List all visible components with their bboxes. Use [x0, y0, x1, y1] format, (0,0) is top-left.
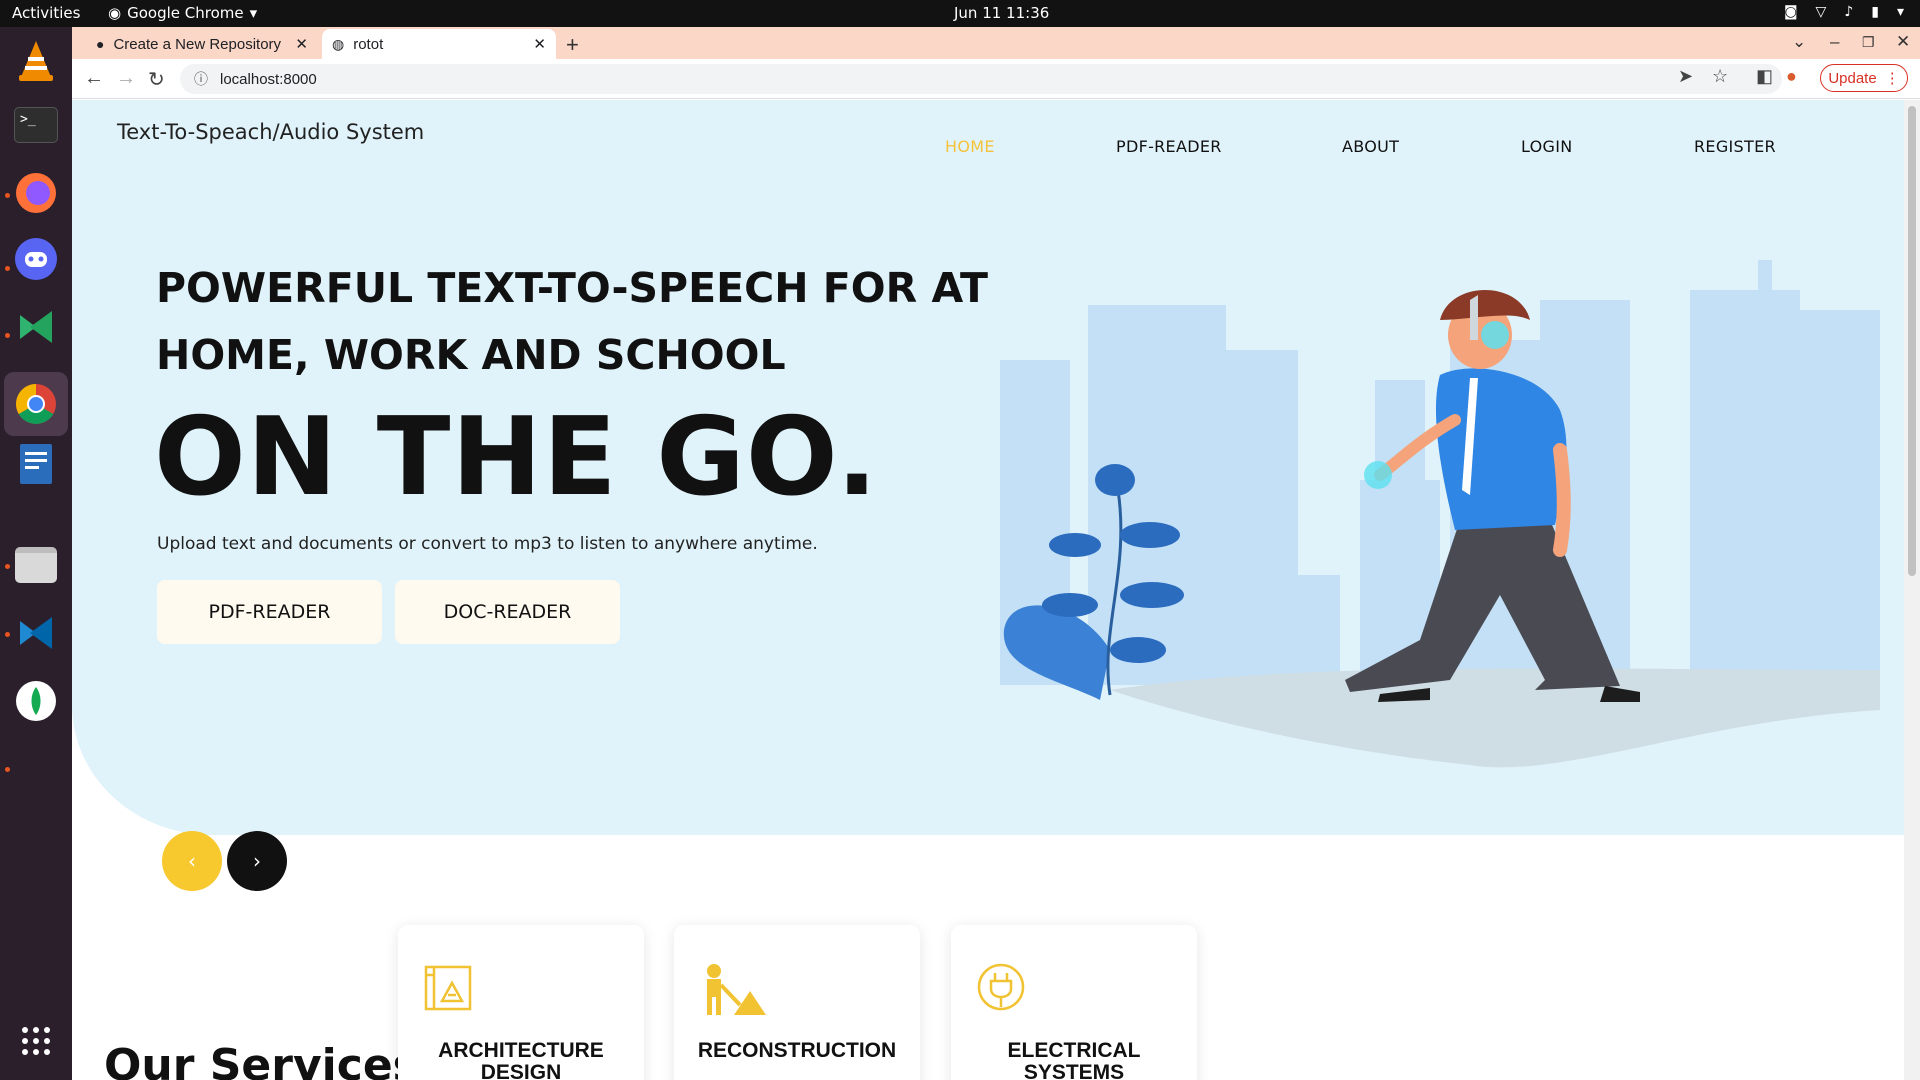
plug-icon	[977, 963, 1025, 1011]
libreoffice-writer-icon[interactable]	[12, 440, 60, 488]
hero-subtitle: Upload text and documents or convert to …	[157, 534, 818, 554]
tab-title: rotot	[353, 35, 384, 53]
site-brand[interactable]: Text-To-Speach/Audio System	[117, 120, 424, 144]
files-icon[interactable]	[12, 541, 60, 589]
chevron-right-icon: ›	[253, 849, 261, 873]
service-card-reconstruction[interactable]: RECONSTRUCTION	[674, 925, 920, 1080]
system-menu-arrow-icon: ▾	[1896, 4, 1904, 20]
service-title: ARCHITECTURE DESIGN	[438, 1039, 604, 1080]
hero-headline-line2: HOME, WORK AND SCHOOL	[156, 331, 786, 379]
service-card-electrical[interactable]: ELECTRICAL SYSTEMS	[951, 925, 1197, 1080]
send-tab-icon[interactable]: ➤	[1678, 66, 1693, 87]
nav-register[interactable]: REGISTER	[1694, 137, 1776, 156]
chevron-left-icon: ‹	[188, 849, 196, 873]
vlc-icon[interactable]	[12, 37, 60, 85]
globe-icon: ◍	[332, 35, 345, 52]
services-title: Our Services	[104, 1040, 419, 1080]
tab-title: Create a New Repository	[113, 35, 282, 53]
address-bar[interactable]: ⓘ localhost:8000	[180, 64, 1782, 94]
restore-button[interactable]: ❐	[1862, 34, 1875, 51]
service-card-architecture[interactable]: ARCHITECTURE DESIGN	[398, 925, 644, 1080]
chrome-dock-icon[interactable]	[4, 372, 68, 436]
slider-prev-button[interactable]: ‹	[162, 831, 222, 891]
network-icon: ▽	[1815, 4, 1827, 20]
mongodb-compass-icon[interactable]	[12, 677, 60, 725]
close-tab-icon[interactable]: ✕	[533, 35, 546, 53]
forward-button[interactable]: →	[116, 67, 136, 90]
terminal-icon[interactable]: >_	[12, 101, 60, 149]
page-scrollbar[interactable]	[1904, 100, 1920, 1080]
app-menu-label: Google Chrome	[127, 4, 244, 22]
tab-rotot[interactable]: ◍ rotot ✕	[322, 29, 556, 59]
battery-icon: ▮	[1871, 4, 1879, 20]
hero-headline-line1: POWERFUL TEXT-TO-SPEECH FOR AT	[156, 264, 989, 312]
chrome-small-icon: ◉	[108, 4, 122, 22]
blueprint-icon	[424, 965, 472, 1011]
site-info-icon[interactable]: ⓘ	[194, 69, 208, 89]
volume-icon: ♪	[1844, 4, 1854, 20]
slider-next-button[interactable]: ›	[227, 831, 287, 891]
clock[interactable]: Jun 11 11:36	[954, 4, 1049, 22]
vscodium-icon[interactable]	[12, 303, 60, 351]
pdf-reader-button[interactable]: PDF-READER	[157, 580, 382, 644]
nav-home[interactable]: HOME	[945, 137, 995, 156]
reload-button[interactable]: ↻	[148, 67, 165, 92]
activities-button[interactable]: Activities	[12, 4, 80, 22]
vscode-icon[interactable]	[12, 609, 60, 657]
update-button[interactable]: Update ⋮	[1820, 64, 1908, 92]
dropdown-arrow-icon: ▾	[249, 4, 258, 22]
firefox-icon[interactable]	[12, 169, 60, 217]
nav-pdf-reader[interactable]: PDF-READER	[1116, 137, 1222, 156]
browser-toolbar: ← → ↻ ⓘ localhost:8000 ➤ ☆ ◧ ● Update ⋮	[72, 59, 1920, 99]
tab-create-repository[interactable]: ● Create a New Repository ✕	[86, 29, 318, 59]
nav-about[interactable]: ABOUT	[1342, 137, 1399, 156]
show-apps-icon[interactable]	[12, 1017, 60, 1065]
worker-icon	[707, 964, 766, 1015]
bookmark-star-icon[interactable]: ☆	[1712, 66, 1728, 87]
close-tab-icon[interactable]: ✕	[295, 35, 308, 53]
url-text: localhost:8000	[220, 70, 317, 88]
scrollbar-thumb[interactable]	[1908, 106, 1916, 576]
minimize-button[interactable]: –	[1830, 32, 1839, 52]
system-top-bar: Activities ◉ Google Chrome ▾ Jun 11 11:3…	[0, 0, 1920, 27]
nav-login[interactable]: LOGIN	[1521, 137, 1573, 156]
update-label: Update	[1828, 69, 1877, 87]
discord-icon[interactable]	[12, 235, 60, 283]
tab-search-icon[interactable]: ⌄	[1792, 32, 1806, 52]
tab-strip: ● Create a New Repository ✕ ◍ rotot ✕ + …	[72, 27, 1920, 59]
app-menu[interactable]: ◉ Google Chrome ▾	[108, 4, 257, 22]
profile-avatar-icon[interactable]: ●	[1786, 66, 1797, 87]
back-button[interactable]: ←	[84, 67, 104, 90]
service-title: RECONSTRUCTION	[697, 1039, 897, 1062]
hero-big-text: ON THE GO.	[154, 395, 879, 520]
new-tab-button[interactable]: +	[566, 32, 579, 58]
web-page: Text-To-Speach/Audio System HOME PDF-REA…	[72, 100, 1904, 1080]
hero-section: Text-To-Speach/Audio System HOME PDF-REA…	[72, 100, 1904, 835]
dock: >_	[0, 27, 72, 1080]
system-tray[interactable]: ◙ ▽ ♪ ▮ ▾	[1784, 4, 1904, 20]
side-panel-icon[interactable]: ◧	[1756, 66, 1773, 87]
doc-reader-button[interactable]: DOC-READER	[395, 580, 620, 644]
discord-tray-icon: ◙	[1783, 4, 1798, 20]
hero-illustration	[1000, 260, 1880, 768]
service-title: ELECTRICAL SYSTEMS	[1007, 1039, 1141, 1080]
github-icon: ●	[96, 36, 105, 52]
more-menu-icon: ⋮	[1884, 70, 1900, 87]
close-window-button[interactable]: ✕	[1896, 32, 1910, 52]
